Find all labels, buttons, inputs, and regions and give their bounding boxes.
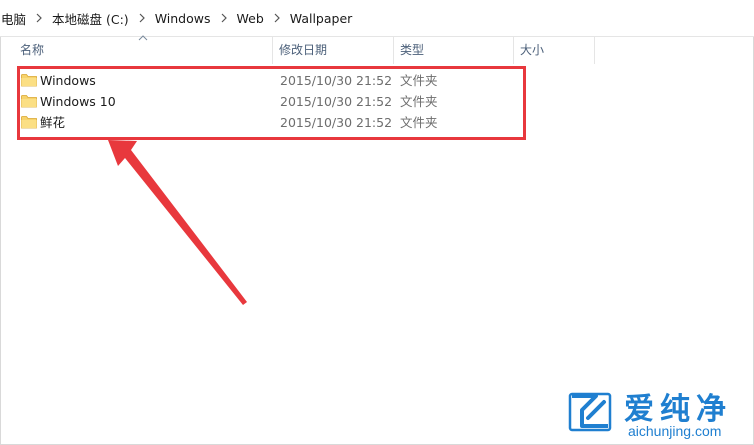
file-row-windows-10[interactable]: Windows 10 2015/10/30 21:52 文件夹 (18, 91, 518, 112)
file-row-flowers[interactable]: 鲜花 2015/10/30 21:52 文件夹 (18, 112, 518, 133)
breadcrumb-item-windows[interactable]: Windows (154, 11, 212, 26)
folder-icon (21, 95, 37, 108)
column-header-type[interactable]: 类型 (394, 36, 514, 64)
column-header: 名称 修改日期 类型 大小 (0, 36, 754, 64)
breadcrumb-item-web[interactable]: Web (236, 11, 265, 26)
file-date: 2015/10/30 21:52 (280, 115, 393, 130)
file-date: 2015/10/30 21:52 (280, 94, 393, 109)
column-header-size[interactable]: 大小 (514, 36, 595, 64)
file-name: Windows (40, 73, 96, 88)
file-type: 文件夹 (400, 115, 438, 130)
file-row-windows[interactable]: Windows 2015/10/30 21:52 文件夹 (18, 70, 518, 91)
file-name: 鲜花 (40, 115, 66, 130)
chevron-right-icon[interactable] (36, 13, 42, 23)
chevron-right-icon[interactable] (274, 13, 280, 23)
watermark-title: 爱纯净 (624, 392, 732, 427)
folder-icon (21, 116, 37, 129)
chevron-right-icon[interactable] (139, 13, 145, 23)
explorer-window (0, 0, 754, 445)
file-date: 2015/10/30 21:52 (280, 73, 393, 88)
breadcrumb-item-drive[interactable]: 本地磁盘 (C:) (51, 9, 130, 28)
file-type: 文件夹 (400, 73, 438, 88)
file-type: 文件夹 (400, 94, 438, 109)
watermark: 爱纯净 aichunjing.com (562, 386, 754, 445)
breadcrumb-item-pc[interactable]: 电脑 (0, 9, 27, 28)
address-bar[interactable]: 电脑 本地磁盘 (C:) Windows Web Wallpaper (0, 0, 754, 37)
file-name: Windows 10 (40, 94, 116, 109)
folder-icon (21, 74, 37, 87)
column-header-date[interactable]: 修改日期 (273, 36, 394, 64)
aichunjing-logo-icon (568, 392, 612, 432)
watermark-url: aichunjing.com (628, 423, 722, 439)
breadcrumb-item-wallpaper[interactable]: Wallpaper (289, 11, 354, 26)
column-header-name[interactable]: 名称 (14, 36, 273, 64)
chevron-right-icon[interactable] (221, 13, 227, 23)
